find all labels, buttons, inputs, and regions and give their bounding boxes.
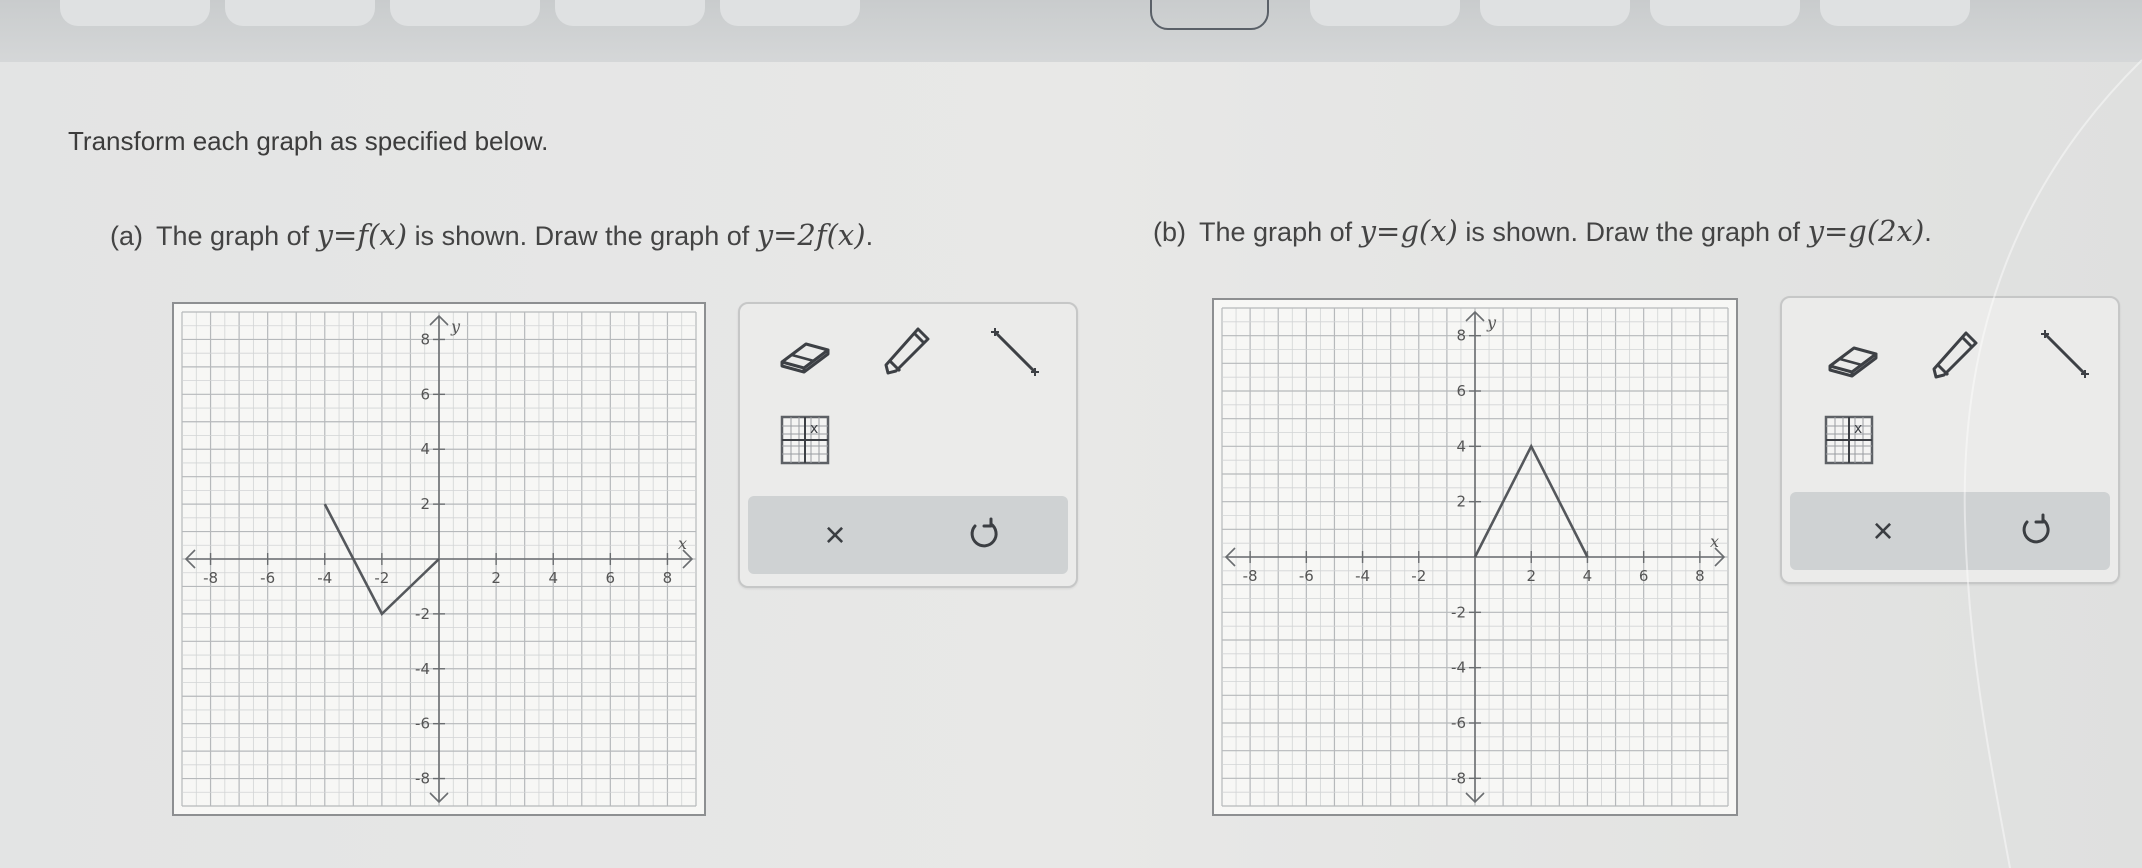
top-tab[interactable]: [1820, 0, 1970, 26]
line-segment-icon: [2041, 330, 2089, 378]
x-tick-label: 6: [1639, 567, 1649, 585]
eraser-icon: [780, 342, 830, 374]
top-tab-active[interactable]: [1150, 0, 1269, 30]
top-tab[interactable]: [1310, 0, 1460, 26]
pencil-tool-button[interactable]: [1918, 324, 1988, 384]
pencil-tool-button[interactable]: [870, 320, 940, 380]
clear-button[interactable]: ×: [1848, 502, 1918, 560]
y-tick-label: 4: [1456, 437, 1466, 455]
part-a-text-1: The graph of: [156, 221, 310, 251]
part-a-prefix: (a): [110, 221, 143, 251]
clear-button[interactable]: ×: [800, 506, 870, 564]
part-b-given-equation: y=g(x): [1359, 214, 1458, 248]
part-b-label: (b) The graph of y=g(x) is shown. Draw t…: [1153, 214, 1932, 248]
x-tick-label: -2: [374, 569, 389, 587]
x-tick-label: 6: [606, 569, 616, 587]
y-tick-label: -4: [1451, 659, 1466, 677]
x-tick-label: -8: [203, 569, 218, 587]
tool-panel-b: x ×: [1780, 296, 2120, 584]
top-tab[interactable]: [720, 0, 860, 26]
part-b-end: .: [1924, 217, 1932, 247]
x-tick-label: 2: [491, 569, 501, 587]
part-a-end: .: [865, 221, 874, 251]
y-tick-label: 6: [1456, 382, 1466, 400]
action-bar-a: ×: [748, 496, 1068, 574]
part-a-target-equation: y=2f(x): [756, 218, 866, 252]
top-tab[interactable]: [225, 0, 375, 26]
grid-tool-button[interactable]: x: [770, 410, 840, 470]
line-tool-button[interactable]: [2030, 324, 2100, 384]
graph-a-canvas[interactable]: -8 -6 -4 -2 2 4 6 8 8 6 4 2 -2 -4 -6 -8 x y: [172, 302, 706, 816]
x-tick-label: 4: [1583, 567, 1593, 585]
y-axis-label: y: [450, 317, 461, 336]
eraser-tool-button[interactable]: [1818, 330, 1888, 390]
undo-button[interactable]: [2000, 502, 2070, 560]
y-tick-label: 6: [420, 385, 430, 403]
x-tick-label: -4: [1355, 567, 1370, 585]
top-tab[interactable]: [1650, 0, 1800, 26]
x-tick-label: -6: [260, 569, 275, 587]
y-tick-label: -6: [1451, 714, 1466, 732]
x-axis-label: x: [678, 534, 687, 553]
eraser-icon: [1828, 346, 1878, 378]
svg-text:x: x: [810, 421, 818, 437]
y-tick-label: 2: [420, 495, 430, 513]
y-tick-label: 8: [1456, 327, 1466, 345]
top-tab[interactable]: [555, 0, 705, 26]
undo-icon: [970, 517, 998, 548]
part-b-target-equation: y=g(2x): [1807, 214, 1925, 248]
graph-b-svg[interactable]: -8 -6 -4 -2 2 4 6 8 8 6 4 2 -2 -4 -6 -8 x y: [1214, 300, 1736, 814]
line-tool-button[interactable]: [980, 322, 1050, 382]
part-b-text-2: is shown. Draw the graph of: [1465, 217, 1801, 247]
part-b-prefix: (b): [1153, 217, 1186, 247]
x-axis-label: x: [1710, 532, 1719, 551]
grid-tool-button[interactable]: x: [1814, 410, 1884, 470]
undo-button[interactable]: [948, 506, 1018, 564]
pencil-icon: [884, 327, 930, 375]
y-axis-label: y: [1486, 313, 1497, 332]
action-bar-b: ×: [1790, 492, 2110, 570]
x-tick-label: 8: [1695, 567, 1705, 585]
undo-icon: [2022, 513, 2050, 544]
x-tick-label: 4: [548, 569, 558, 587]
y-tick-label: -2: [415, 605, 430, 623]
line-segment-icon: [991, 328, 1039, 376]
y-tick-label: -2: [1451, 603, 1466, 621]
instructions-text: Transform each graph as specified below.: [68, 126, 549, 156]
graph-a-svg[interactable]: -8 -6 -4 -2 2 4 6 8 8 6 4 2 -2 -4 -6 -8 x y: [174, 304, 704, 814]
svg-text:x: x: [1854, 421, 1862, 437]
y-tick-label: -6: [415, 715, 430, 733]
x-tick-label: 8: [663, 569, 673, 587]
y-tick-label: -8: [1451, 769, 1466, 787]
tool-panel-a: x ×: [738, 302, 1078, 588]
y-tick-label: 2: [1456, 493, 1466, 511]
y-tick-label: -8: [415, 770, 430, 788]
part-a-given-equation: y=f(x): [316, 218, 408, 252]
grid-toggle-icon: x: [780, 415, 830, 465]
x-tick-label: -4: [317, 569, 332, 587]
x-tick-label: -8: [1243, 567, 1258, 585]
x-tick-label: -2: [1411, 567, 1426, 585]
grid-toggle-icon: x: [1824, 415, 1874, 465]
y-tick-label: 4: [420, 440, 430, 458]
y-tick-label: 8: [420, 330, 430, 348]
x-tick-label: 2: [1526, 567, 1536, 585]
part-a-label: (a) The graph of y=f(x) is shown. Draw t…: [110, 218, 873, 252]
graph-b-canvas[interactable]: -8 -6 -4 -2 2 4 6 8 8 6 4 2 -2 -4 -6 -8 x y: [1212, 298, 1738, 816]
part-b-text-1: The graph of: [1199, 217, 1353, 247]
x-tick-label: -6: [1299, 567, 1314, 585]
top-tab[interactable]: [60, 0, 210, 26]
y-tick-label: -4: [415, 660, 430, 678]
top-tab[interactable]: [1480, 0, 1630, 26]
eraser-tool-button[interactable]: [770, 326, 840, 386]
pencil-icon: [1932, 331, 1978, 379]
top-tab[interactable]: [390, 0, 540, 26]
browser-top-bar: [0, 0, 2142, 62]
part-a-text-2: is shown. Draw the graph of: [414, 221, 750, 251]
